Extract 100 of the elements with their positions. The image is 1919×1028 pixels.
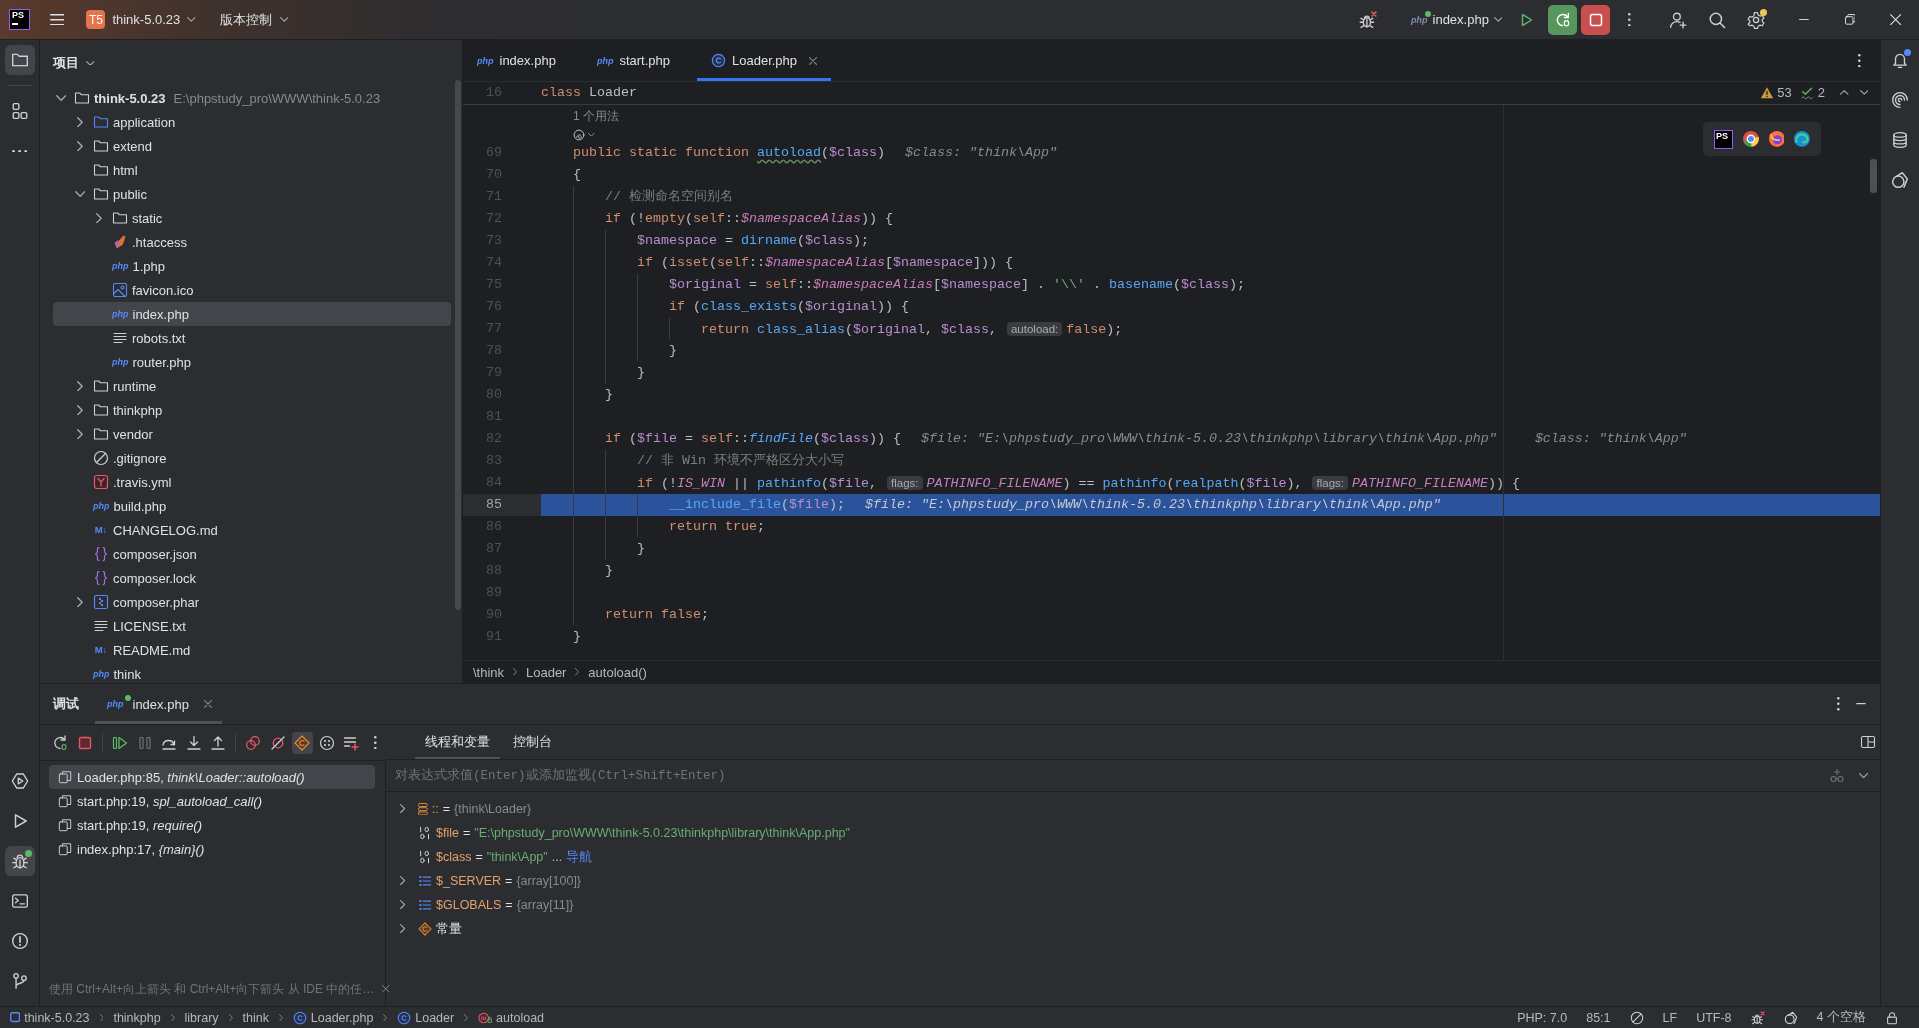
tree-item[interactable]: .htaccess — [53, 230, 451, 254]
tree-item[interactable]: html — [53, 158, 451, 182]
caret-icon[interactable] — [1858, 772, 1868, 779]
tree-item[interactable]: php 1.php — [53, 254, 451, 278]
expand-caret-icon[interactable] — [77, 428, 83, 440]
file-encoding[interactable]: UTF-8 — [1696, 1010, 1732, 1025]
bug-icon[interactable] — [1359, 10, 1377, 29]
warning-count[interactable]: 53 — [1777, 85, 1792, 100]
expand-caret-icon[interactable] — [77, 404, 83, 416]
breadcrumb[interactable]: library — [184, 1010, 219, 1025]
stack-frame[interactable]: Loader.php:85, think\Loader::autoload() — [49, 765, 375, 789]
browser-icon[interactable] — [1742, 131, 1759, 147]
editor-tab[interactable]: php start.php — [582, 40, 684, 81]
rerun-debug-button[interactable] — [1548, 4, 1578, 35]
tree-item[interactable]: composer.lock — [53, 566, 451, 590]
expand-caret-icon[interactable] — [96, 212, 102, 224]
tree-item[interactable]: runtime — [53, 374, 451, 398]
more-icon[interactable] — [1858, 53, 1861, 68]
vcs-menu[interactable]: 版本控制 — [213, 5, 295, 34]
more-icon[interactable] — [1837, 697, 1840, 711]
tree-item[interactable]: M↓ CHANGELOG.md — [53, 518, 451, 542]
expand-caret-icon[interactable] — [400, 876, 406, 886]
tree-item[interactable]: vendor — [53, 422, 451, 446]
tree-item[interactable]: .gitignore — [53, 446, 451, 470]
navigate-link[interactable]: 导航 — [566, 848, 593, 866]
line-separator[interactable]: LF — [1662, 1010, 1678, 1025]
caret-icon[interactable] — [588, 132, 595, 137]
tree-item[interactable]: static — [53, 206, 451, 230]
tree-item[interactable]: extend — [53, 134, 451, 158]
panel-tab[interactable]: 控制台 — [503, 725, 562, 759]
browser-icon[interactable] — [1794, 131, 1810, 147]
settings-icon[interactable] — [1747, 10, 1765, 29]
session-tab[interactable]: php index.php — [95, 684, 222, 724]
tree-item[interactable]: application — [53, 110, 451, 134]
tree-item[interactable]: M↓ README.md — [53, 638, 451, 662]
tree-item[interactable]: php build.php — [53, 494, 451, 518]
expand-caret-icon[interactable] — [400, 900, 406, 910]
more-icon[interactable] — [1628, 12, 1631, 27]
breadcrumb[interactable]: \think — [471, 664, 507, 680]
stop-button[interactable] — [1581, 4, 1611, 35]
caret-position[interactable]: 85:1 — [1586, 1010, 1611, 1025]
scrollbar-thumb[interactable] — [1870, 159, 1877, 193]
tree-item[interactable]: php think — [53, 662, 451, 683]
close-icon[interactable] — [382, 985, 390, 993]
panel-tab[interactable]: 线程和变量 — [415, 725, 500, 759]
scrollbar-thumb[interactable] — [455, 80, 461, 610]
project-selector[interactable]: T5 think-5.0.23 — [80, 5, 202, 34]
check-icon[interactable] — [1800, 85, 1815, 100]
panel-title[interactable]: 项目 — [53, 54, 79, 72]
add-user-icon[interactable] — [1669, 10, 1687, 29]
layout-icon[interactable] — [1860, 734, 1876, 750]
slashed-circle-icon[interactable] — [1629, 1010, 1644, 1025]
breadcrumb[interactable]: Loader — [397, 1010, 455, 1025]
stack-frame[interactable]: start.php:19, require() — [49, 813, 375, 837]
breadcrumb[interactable]: autoload — [478, 1010, 545, 1025]
tree-item[interactable]: .travis.yml — [53, 470, 451, 494]
expand-caret-icon[interactable] — [77, 596, 83, 608]
browser-icon[interactable] — [1768, 131, 1785, 147]
warning-icon[interactable] — [1760, 85, 1775, 100]
app-logo[interactable]: PS — [9, 9, 30, 30]
stack-frame[interactable]: start.php:19, spl_autoload_call() — [49, 789, 375, 813]
breadcrumb[interactable]: Loader.php — [292, 1010, 374, 1025]
tree-item[interactable]: robots.txt — [53, 326, 451, 350]
breadcrumb[interactable]: autoload() — [586, 664, 649, 680]
indent-setting[interactable]: 4 个空格 — [1816, 1009, 1866, 1026]
breadcrumb[interactable]: thinkphp — [113, 1010, 161, 1025]
expand-caret-icon[interactable] — [77, 116, 83, 128]
usage-hint[interactable]: 1 个用法 — [573, 105, 619, 127]
editor-tab[interactable]: Loader.php — [697, 40, 832, 81]
close-icon[interactable] — [203, 700, 212, 708]
assistant-icon[interactable] — [1783, 1010, 1798, 1025]
caret-icon[interactable] — [86, 60, 95, 66]
spiral-icon[interactable] — [573, 128, 585, 141]
expand-caret-icon[interactable] — [77, 380, 83, 392]
bug-icon[interactable] — [1750, 1010, 1765, 1025]
lock-icon[interactable] — [1885, 1010, 1899, 1025]
tree-item[interactable]: php router.php — [53, 350, 451, 374]
tree-item[interactable]: php index.php — [53, 302, 451, 326]
tree-item[interactable]: composer.json — [53, 542, 451, 566]
editor-tab[interactable]: php index.php — [463, 40, 570, 81]
breadcrumb[interactable]: Loader — [523, 664, 569, 680]
tree-item[interactable]: favicon.ico — [53, 278, 451, 302]
tree-item[interactable]: composer.phar — [53, 590, 451, 614]
toolbar-button[interactable] — [292, 731, 313, 754]
search-icon[interactable] — [1708, 10, 1726, 29]
expand-caret-icon[interactable] — [400, 924, 406, 934]
caret-icon[interactable] — [1859, 90, 1868, 95]
tool-window-button[interactable] — [4, 846, 35, 876]
breadcrumb[interactable]: think-5.0.23 — [10, 1010, 90, 1025]
stack-frame[interactable]: index.php:17, {main}() — [49, 837, 375, 861]
tree-item[interactable]: think-5.0.23 E:\phpstudy_pro\WWW\think-5.0.23 — [53, 86, 451, 110]
expand-caret-icon[interactable] — [77, 140, 83, 152]
expand-caret-icon[interactable] — [55, 95, 67, 101]
typo-count[interactable]: 2 — [1817, 85, 1825, 100]
breadcrumb[interactable]: think — [242, 1010, 269, 1025]
expand-caret-icon[interactable] — [74, 191, 86, 197]
tree-item[interactable]: thinkphp — [53, 398, 451, 422]
expand-caret-icon[interactable] — [400, 804, 406, 814]
expression-field[interactable]: 对表达式求值(Enter)或添加监视(Ctrl+Shift+Enter) — [386, 760, 1815, 791]
tree-item[interactable]: public — [53, 182, 451, 206]
